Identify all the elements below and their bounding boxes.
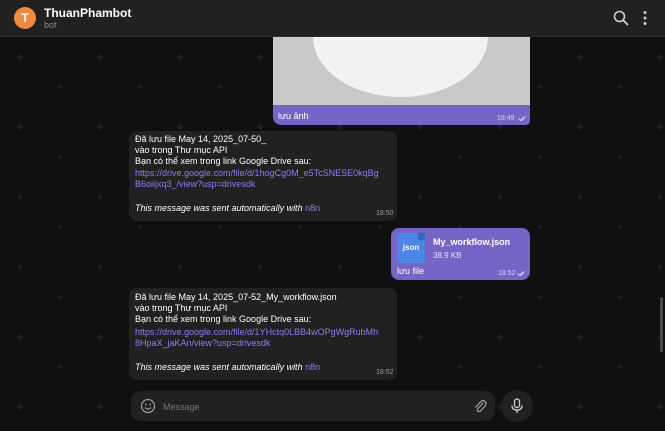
file-message[interactable]: json My_workflow.json 38.9 KB lưu file 1… — [391, 228, 530, 280]
search-icon[interactable] — [612, 9, 630, 27]
photo-caption: lưu ảnh — [278, 111, 309, 121]
auto-footer: This message was sent automatically with — [135, 203, 306, 213]
chat-title[interactable]: ThuanPhambot — [44, 6, 131, 20]
n8n-link[interactable]: n8n — [305, 203, 320, 213]
file-name: My_workflow.json — [433, 237, 511, 247]
file-caption: lưu file — [397, 266, 425, 276]
double-check-icon — [518, 116, 527, 122]
file-size: 38.9 KB — [433, 251, 462, 260]
avatar[interactable]: T — [14, 7, 36, 29]
message-line: Đã lưu file May 14, 2025_07-50_ — [135, 134, 267, 144]
scrollbar[interactable] — [660, 297, 663, 352]
chat-area: lưu ảnh 18:49 Đã lưu file May 14, 2025_0… — [0, 37, 665, 431]
message-line: vào trong Thư mục API — [135, 145, 228, 155]
message-line: vào trong Thư mục API — [135, 303, 228, 313]
message-time: 18:49 — [497, 115, 515, 122]
message-line: Đã lưu file May 14, 2025_07-52_My_workfl… — [135, 292, 337, 302]
incoming-message[interactable]: Đã lưu file May 14, 2025_07-50_ vào tron… — [129, 131, 397, 221]
message-time: 18:52 — [376, 369, 394, 376]
chat-header: T ThuanPhambot bot — [0, 0, 665, 37]
n8n-link[interactable]: n8n — [305, 362, 320, 372]
message-line: Bạn có thể xem trong link Google Drive s… — [135, 156, 312, 166]
file-type-label: json — [402, 243, 420, 252]
incoming-message[interactable]: Đã lưu file May 14, 2025_07-52_My_workfl… — [129, 288, 397, 380]
message-composer[interactable] — [131, 391, 495, 421]
message-time: 18:50 — [376, 210, 394, 217]
auto-footer: This message was sent automatically with — [135, 362, 306, 372]
drive-link[interactable]: B6oiijxq3_/view?usp=drivesdk — [135, 179, 255, 190]
attach-icon[interactable] — [473, 398, 487, 414]
more-vertical-icon[interactable] — [636, 9, 654, 27]
mic-icon — [511, 398, 523, 413]
double-check-icon — [517, 271, 526, 277]
chat-subtitle: bot — [44, 20, 57, 30]
message-input[interactable] — [161, 398, 465, 416]
json-file-icon[interactable]: json — [397, 233, 425, 263]
voice-record-button[interactable] — [501, 390, 533, 422]
photo-thumbnail[interactable] — [273, 37, 530, 105]
emoji-icon[interactable] — [140, 398, 156, 414]
drive-link[interactable]: https://drive.google.com/file/d/1YHctq0L… — [135, 327, 378, 338]
message-line: Bạn có thể xem trong link Google Drive s… — [135, 314, 312, 324]
drive-link[interactable]: 8HpaX_jaKAn/view?usp=drivesdk — [135, 338, 270, 349]
drive-link[interactable]: https://drive.google.com/file/d/1hogCg0M… — [135, 168, 379, 179]
photo-message[interactable]: lưu ảnh 18:49 — [273, 37, 530, 125]
message-time: 18:52 — [498, 270, 516, 277]
